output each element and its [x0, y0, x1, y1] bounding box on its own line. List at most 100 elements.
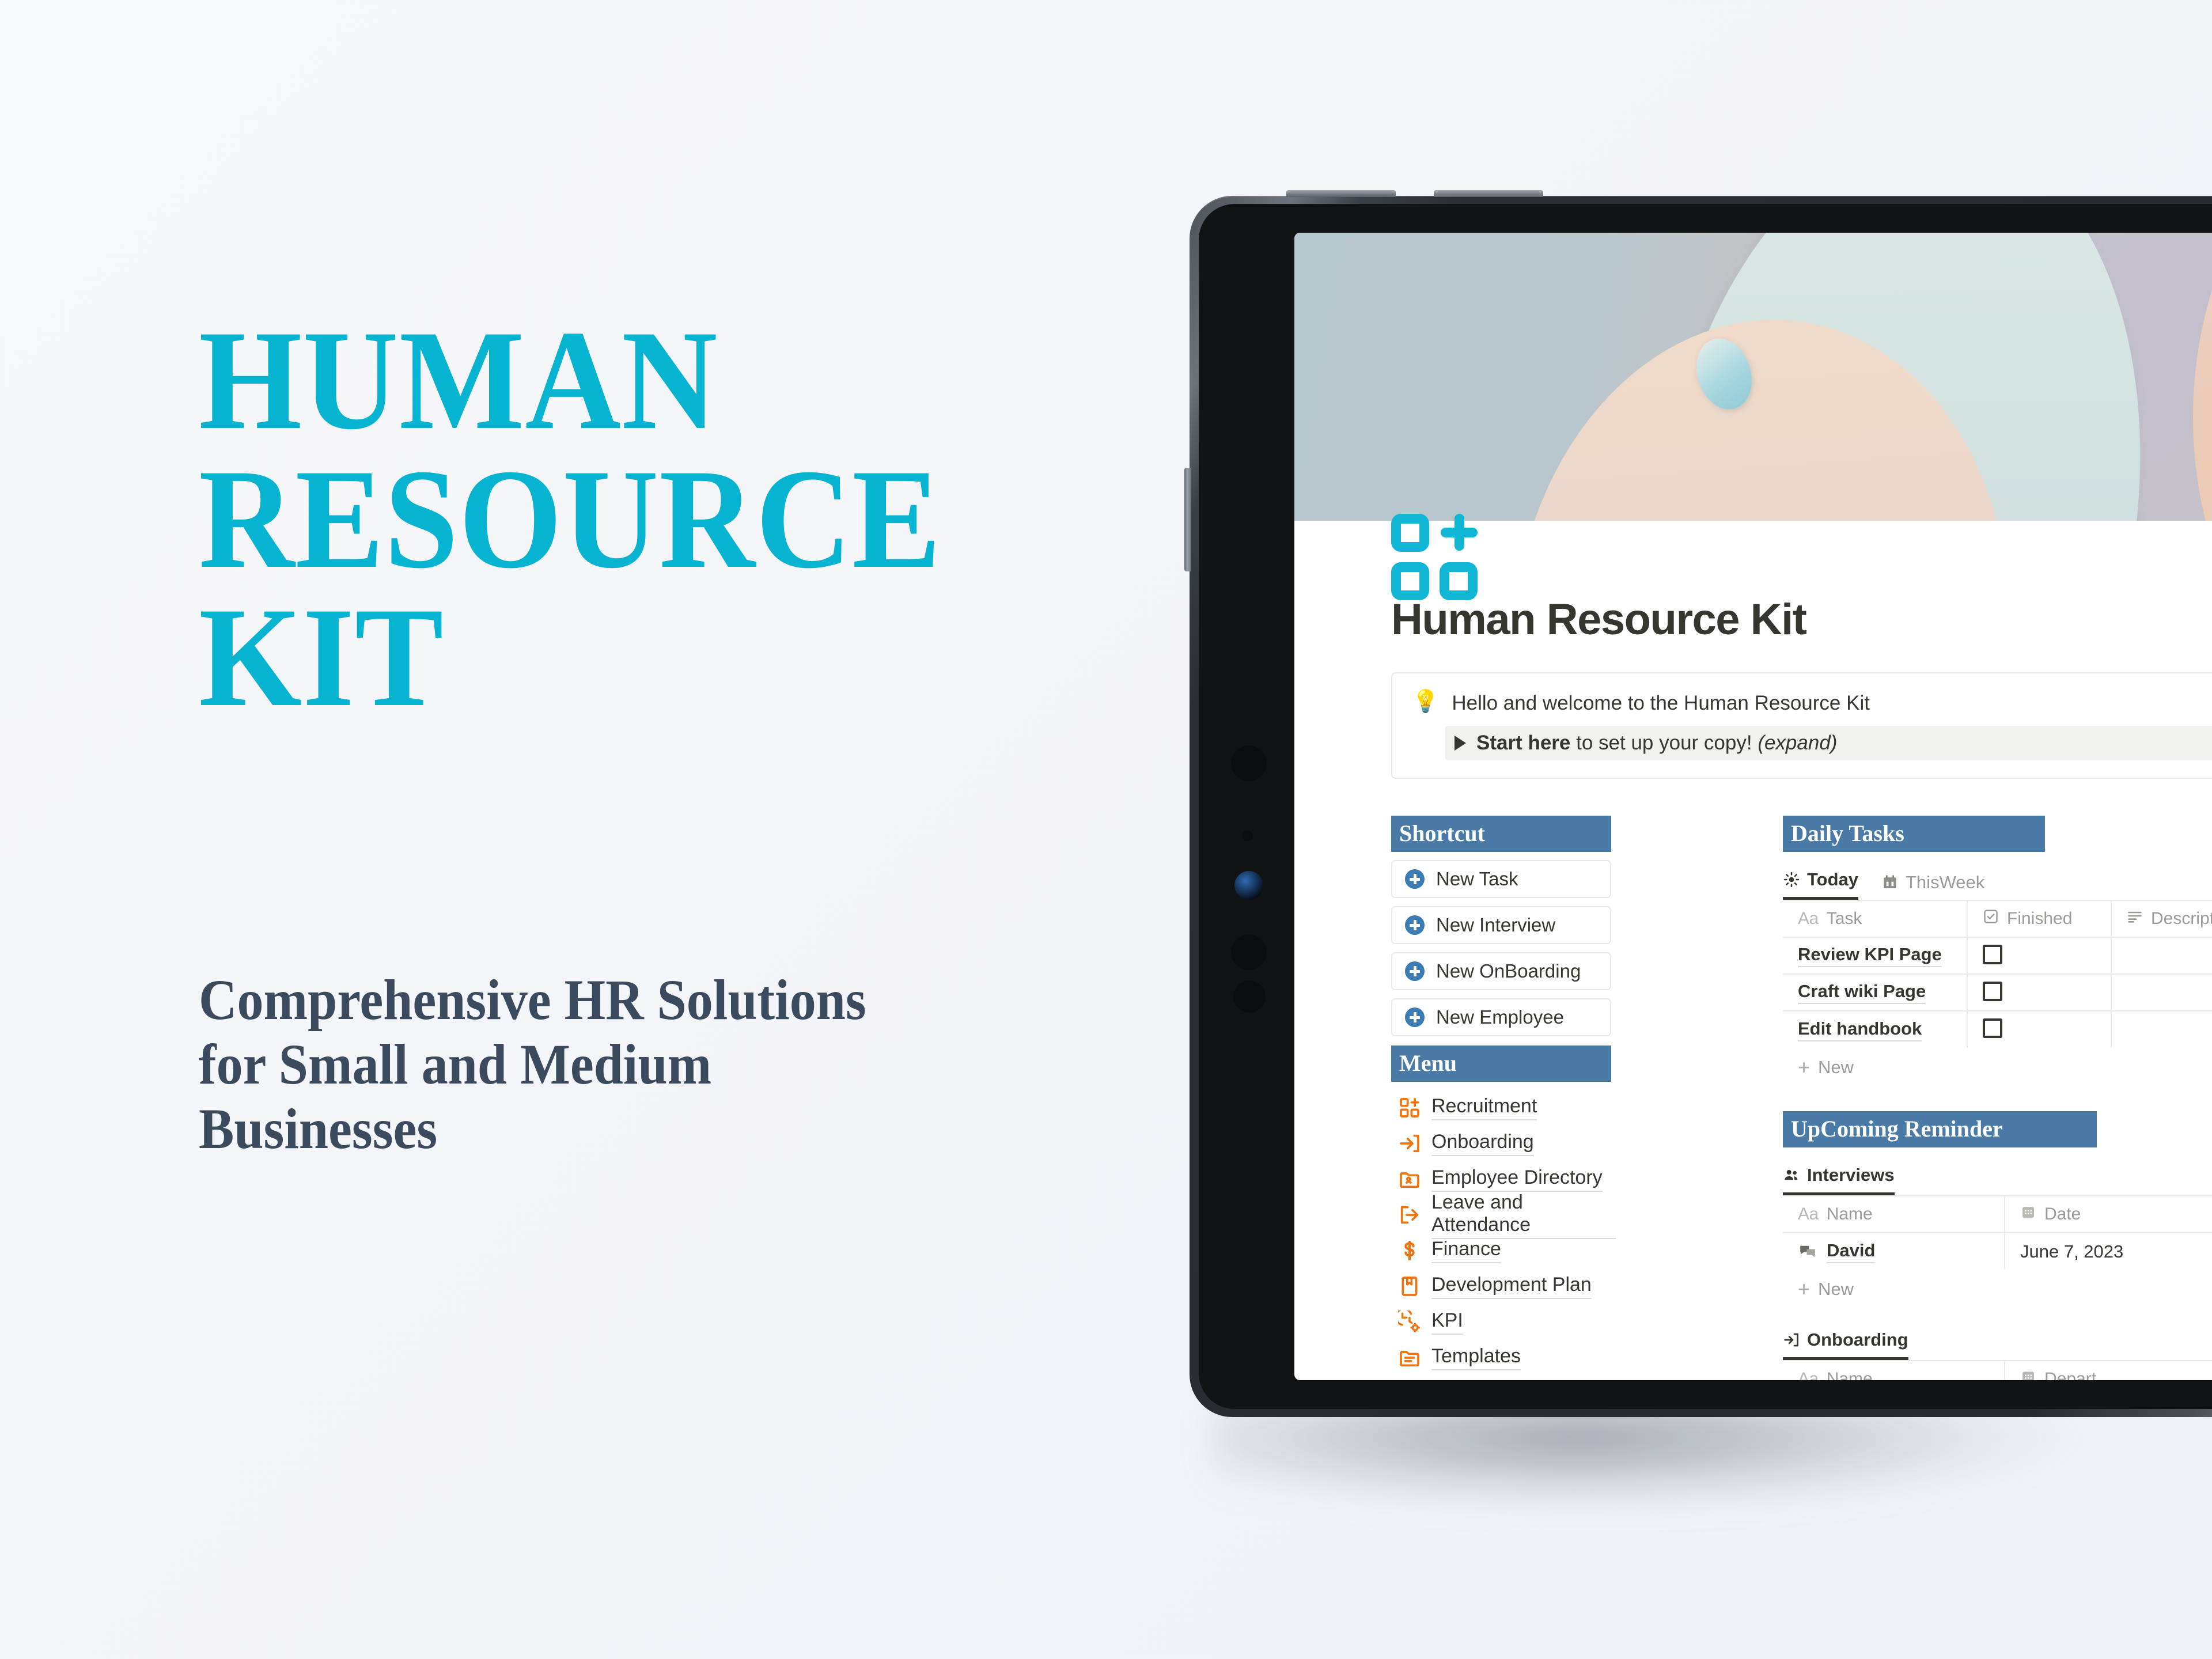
- shortcut-new-interview-button[interactable]: New Interview: [1391, 906, 1611, 945]
- checkbox-unchecked[interactable]: [1983, 981, 2002, 1001]
- welcome-callout: 💡 Hello and welcome to the Human Resourc…: [1391, 672, 2212, 779]
- bookmark-book-icon: [1398, 1275, 1421, 1298]
- column-label: Task: [1826, 909, 1862, 929]
- column-date[interactable]: Depart: [2005, 1360, 2212, 1380]
- grid-plus-icon: [1398, 1096, 1421, 1119]
- promo-panel: HUMAN RESOURCE KIT Comprehensive HR Solu…: [199, 309, 1143, 1161]
- cover-overlay: [1294, 233, 2212, 521]
- power-button[interactable]: [1184, 468, 1191, 571]
- menu-item-label: Leave and Attendance: [1431, 1191, 1616, 1239]
- table-row[interactable]: Edit handbook: [1783, 1010, 2212, 1048]
- left-column: Shortcut New Task New Interview New OnBo…: [1391, 816, 1616, 1380]
- interviews-table: Aa Name Date David June 7, 2023: [1783, 1195, 2212, 1270]
- menu-item-label: Templates: [1431, 1345, 1521, 1371]
- column-label: Date: [2044, 1205, 2081, 1224]
- menu-item-label: Finance: [1431, 1238, 1501, 1264]
- column-label: Description: [2151, 909, 2212, 929]
- promo-title-line: RESOURCE: [199, 439, 942, 598]
- table-row[interactable]: Craft wiki Page: [1783, 974, 2212, 1012]
- promo-title: HUMAN RESOURCE KIT: [199, 309, 1077, 729]
- shortcut-new-employee-button[interactable]: New Employee: [1391, 998, 1611, 1037]
- table-row[interactable]: David June 7, 2023: [1783, 1232, 2212, 1270]
- volume-down-button[interactable]: [1434, 190, 1543, 197]
- callout-text: Hello and welcome to the Human Resource …: [1452, 692, 1870, 714]
- column-name[interactable]: Aa Name: [1783, 1195, 2005, 1233]
- cell-name[interactable]: David: [1783, 1232, 2005, 1270]
- page-cover-image: [1294, 233, 2212, 521]
- column-description[interactable]: Description: [2111, 900, 2212, 938]
- checkbox-unchecked[interactable]: [1983, 1018, 2002, 1039]
- people-icon: [1783, 1166, 1800, 1184]
- menu-item-label: Employee Directory: [1431, 1166, 1603, 1192]
- shortcut-label: New Task: [1436, 868, 1518, 890]
- cell-task[interactable]: Edit handbook: [1783, 1010, 1968, 1048]
- promo-subtitle: Comprehensive HR Solutions for Small and…: [199, 968, 1025, 1161]
- tab-thisweek[interactable]: ThisWeek: [1881, 872, 1984, 900]
- plus-icon: +: [1798, 1277, 1810, 1301]
- column-finished[interactable]: Finished: [1967, 900, 2112, 938]
- menu-item-leave-and-attendance[interactable]: Leave and Attendance: [1391, 1191, 1616, 1239]
- daily-tasks-view-tabs: Today ThisWeek: [1783, 869, 2212, 900]
- tab-interviews[interactable]: Interviews: [1783, 1165, 1895, 1196]
- calendar-small-icon: [2020, 1204, 2036, 1225]
- cell-finished[interactable]: [1967, 937, 2112, 975]
- column-label: Name: [1826, 1205, 1873, 1224]
- folder-user-icon: [1398, 1168, 1421, 1191]
- daily-tasks-table: Aa Task Finished Descript Review KPI Pag…: [1783, 900, 2212, 1048]
- page-columns: Shortcut New Task New Interview New OnBo…: [1391, 816, 2212, 1380]
- shortcut-new-onboarding-button[interactable]: New OnBoarding: [1391, 952, 1611, 991]
- tab-onboarding[interactable]: Onboarding: [1783, 1330, 1908, 1361]
- speech-bubbles-icon: [1798, 1241, 1819, 1262]
- start-here-toggle[interactable]: Start here to set up your copy! (expand): [1445, 726, 2212, 761]
- tab-today[interactable]: Today: [1783, 869, 1858, 900]
- four-squares-plus-logo: [1391, 514, 1484, 600]
- ambient-sensor-icon: [1243, 831, 1253, 841]
- volume-up-button[interactable]: [1286, 190, 1396, 197]
- new-label: New: [1818, 1057, 1854, 1078]
- menu-item-templates[interactable]: Templates: [1391, 1340, 1616, 1376]
- menu-item-label: Development Plan: [1431, 1274, 1592, 1300]
- shortcut-new-task-button[interactable]: New Task: [1391, 860, 1611, 899]
- cell-date[interactable]: June 7, 2023: [2005, 1232, 2212, 1270]
- column-date[interactable]: Date: [2005, 1195, 2212, 1233]
- microphone-icon: [1233, 980, 1266, 1013]
- column-task[interactable]: Aa Task: [1783, 900, 1968, 938]
- column-name[interactable]: Aa Name: [1783, 1360, 2005, 1380]
- cell-description[interactable]: [2111, 1010, 2212, 1048]
- aa-title-icon: Aa: [1798, 1369, 1819, 1380]
- tab-label: Interviews: [1807, 1165, 1895, 1185]
- plus-icon: +: [1798, 1055, 1810, 1080]
- aa-title-icon: Aa: [1798, 1205, 1819, 1224]
- menu-item-label: Onboarding: [1431, 1131, 1534, 1157]
- new-label: New: [1818, 1279, 1854, 1300]
- plus-circle-icon: [1405, 961, 1425, 982]
- person-name: David: [1827, 1240, 1876, 1263]
- camera-lens-icon: [1231, 745, 1267, 781]
- daily-tasks-new-row-button[interactable]: + New: [1783, 1048, 2212, 1078]
- table-row[interactable]: Review KPI Page: [1783, 937, 2212, 975]
- tab-label: Today: [1807, 869, 1858, 890]
- text-lines-icon: [2127, 908, 2143, 929]
- checkbox-unchecked[interactable]: [1983, 944, 2002, 964]
- tablet-screen: Human Resource Kit 💡 Hello and welcome t…: [1294, 233, 2212, 1380]
- arrow-into-door-icon: [1398, 1132, 1421, 1155]
- menu-item-label: Recruitment: [1431, 1095, 1537, 1121]
- tablet-shadow: [1210, 1400, 2212, 1573]
- cell-task[interactable]: Review KPI Page: [1783, 937, 1968, 975]
- task-title: Review KPI Page: [1798, 944, 1942, 968]
- menu-item-label: KPI: [1431, 1309, 1463, 1335]
- onboarding-table: Aa Name Depart: [1783, 1360, 2212, 1380]
- cell-description[interactable]: [2111, 974, 2212, 1012]
- interviews-new-row-button[interactable]: + New: [1783, 1270, 2212, 1300]
- cell-task[interactable]: Craft wiki Page: [1783, 974, 1968, 1012]
- cell-finished[interactable]: [1967, 1010, 2112, 1048]
- menu-item-development-plan[interactable]: Development Plan: [1391, 1268, 1616, 1304]
- menu-item-recruitment[interactable]: Recruitment: [1391, 1090, 1616, 1126]
- chevron-right-icon[interactable]: [1455, 736, 1466, 751]
- menu-item-onboarding[interactable]: Onboarding: [1391, 1126, 1616, 1161]
- menu-item-wiki-home[interactable]: Wiki-Home: [1391, 1376, 1616, 1380]
- menu-item-kpi[interactable]: KPI: [1391, 1304, 1616, 1340]
- cell-description[interactable]: [2111, 937, 2212, 975]
- cell-finished[interactable]: [1967, 974, 2112, 1012]
- start-here-bold: Start here: [1476, 732, 1571, 755]
